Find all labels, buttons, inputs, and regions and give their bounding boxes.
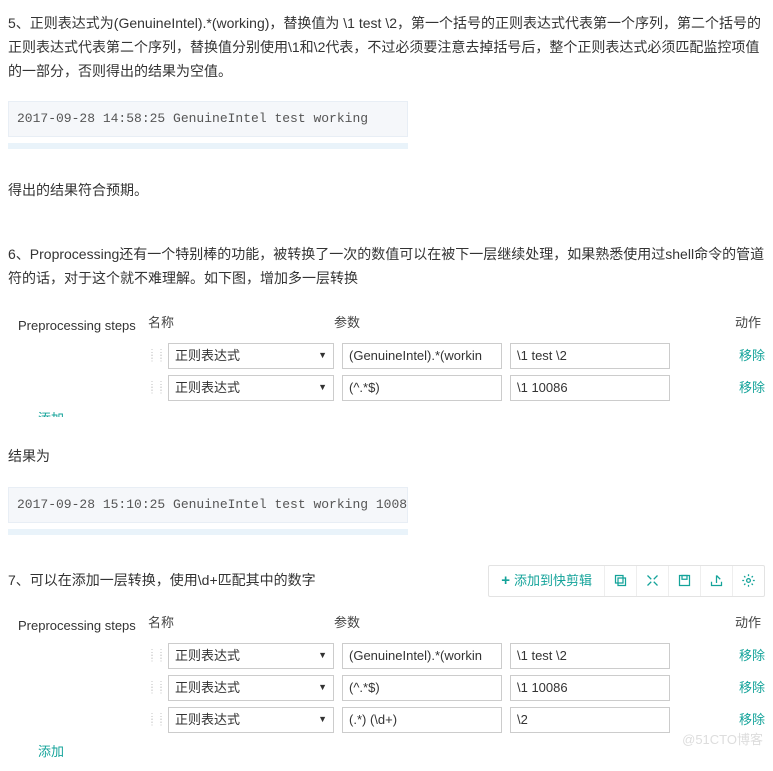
col-name: 名称 (148, 312, 334, 334)
paragraph-5: 5、正则表达式为(GenuineIntel).*(working)，替换值为 \… (8, 12, 765, 83)
preprocessing-table-2: Preprocessing steps 名称 参数 动作 ⋮⋮⋮⋮⋮⋮ 正则表达… (18, 609, 765, 763)
step-type-select[interactable]: 正则表达式 (168, 375, 334, 401)
step-param1-input[interactable]: (GenuineIntel).*(workin (342, 643, 502, 669)
paragraph-6: 6、Proprocessing还有一个特别棒的功能，被转换了一次的数值可以在被下… (8, 243, 765, 291)
col-name: 名称 (148, 612, 334, 634)
drag-handle-icon[interactable]: ⋮⋮⋮⋮⋮⋮ (148, 652, 162, 660)
step-param1-input[interactable]: (GenuineIntel).*(workin (342, 343, 502, 369)
code-output-1: 2017-09-28 14:58:25 GenuineIntel test wo… (8, 101, 408, 137)
remove-link[interactable]: 移除 (739, 677, 765, 699)
step-param1-input[interactable]: (.*) (\d+) (342, 707, 502, 733)
remove-link[interactable]: 移除 (739, 345, 765, 367)
paragraph-result-label: 结果为 (8, 445, 765, 469)
step-type-select[interactable]: 正则表达式 (168, 675, 334, 701)
table-row: ⋮⋮⋮⋮⋮⋮ 正则表达式 (GenuineIntel).*(workin \1 … (18, 343, 765, 369)
step-param2-input[interactable]: \2 (510, 707, 670, 733)
add-to-clip-label: 添加到快剪辑 (514, 570, 592, 592)
step-param1-input[interactable]: (^.*$) (342, 675, 502, 701)
step-type-select[interactable]: 正则表达式 (168, 643, 334, 669)
col-action: 动作 (506, 312, 765, 334)
expand-icon[interactable] (636, 566, 668, 596)
paragraph-result-ok: 得出的结果符合预期。 (8, 179, 765, 203)
drag-handle-icon[interactable]: ⋮⋮⋮⋮⋮⋮ (148, 384, 162, 392)
add-link[interactable]: 添加 (38, 741, 64, 763)
add-to-clip-button[interactable]: + 添加到快剪辑 (489, 566, 604, 596)
step-param2-input[interactable]: \1 test \2 (510, 643, 670, 669)
code-scrollbar-2 (8, 529, 408, 535)
code-output-2: 2017-09-28 15:10:25 GenuineIntel test wo… (8, 487, 408, 523)
step-type-select[interactable]: 正则表达式 (168, 343, 334, 369)
col-param: 参数 (334, 312, 506, 334)
step-param1-input[interactable]: (^.*$) (342, 375, 502, 401)
table-row: ⋮⋮⋮⋮⋮⋮ 正则表达式 (.*) (\d+) \2 移除 (18, 707, 765, 733)
preprocessing-steps-label: Preprocessing steps (18, 609, 148, 637)
remove-link[interactable]: 移除 (739, 709, 765, 731)
code-scrollbar-1 (8, 143, 408, 149)
col-param: 参数 (334, 612, 506, 634)
table-row: ⋮⋮⋮⋮⋮⋮ 正则表达式 (GenuineIntel).*(workin \1 … (18, 643, 765, 669)
preprocessing-table-1: Preprocessing steps 名称 参数 动作 ⋮⋮⋮⋮⋮⋮ 正则表达… (18, 309, 765, 417)
drag-handle-icon[interactable]: ⋮⋮⋮⋮⋮⋮ (148, 684, 162, 692)
action-toolbar: + 添加到快剪辑 (488, 565, 765, 597)
add-link-truncated[interactable]: 添加 (38, 407, 765, 417)
step-type-select[interactable]: 正则表达式 (168, 707, 334, 733)
col-action: 动作 (506, 612, 765, 634)
remove-link[interactable]: 移除 (739, 645, 765, 667)
paragraph-7: 7、可以在添加一层转换，使用\d+匹配其中的数字 (8, 569, 488, 593)
step-param2-input[interactable]: \1 10086 (510, 375, 670, 401)
remove-link[interactable]: 移除 (739, 377, 765, 399)
table-row: ⋮⋮⋮⋮⋮⋮ 正则表达式 (^.*$) \1 10086 移除 (18, 375, 765, 401)
copy-icon[interactable] (604, 566, 636, 596)
step-param2-input[interactable]: \1 test \2 (510, 343, 670, 369)
preprocessing-steps-label: Preprocessing steps (18, 309, 148, 337)
step-param2-input[interactable]: \1 10086 (510, 675, 670, 701)
save-icon[interactable] (668, 566, 700, 596)
plus-icon: + (501, 568, 510, 594)
share-icon[interactable] (700, 566, 732, 596)
drag-handle-icon[interactable]: ⋮⋮⋮⋮⋮⋮ (148, 352, 162, 360)
table-row: ⋮⋮⋮⋮⋮⋮ 正则表达式 (^.*$) \1 10086 移除 (18, 675, 765, 701)
gear-icon[interactable] (732, 566, 764, 596)
drag-handle-icon[interactable]: ⋮⋮⋮⋮⋮⋮ (148, 716, 162, 724)
